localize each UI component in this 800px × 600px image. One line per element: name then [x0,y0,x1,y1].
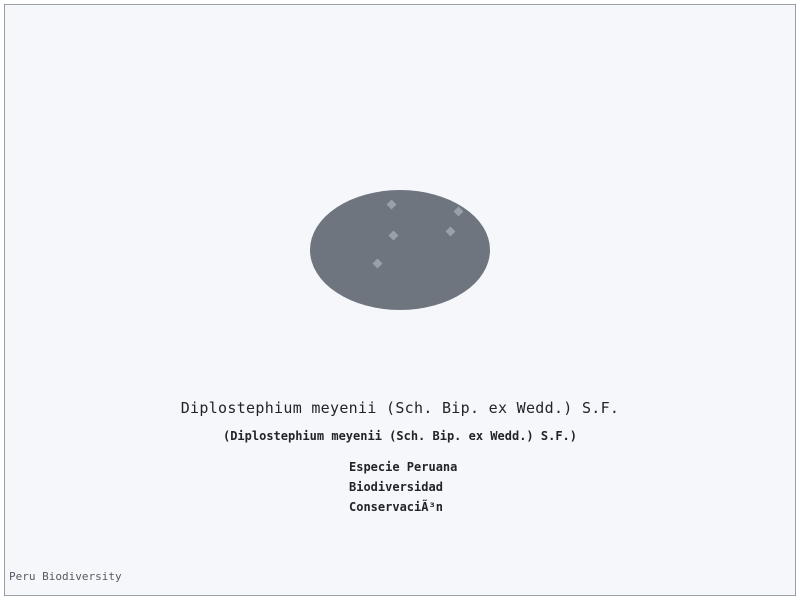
footer-label: Peru Biodiversity [9,570,122,583]
placeholder-image [306,186,494,314]
species-name: Diplostephium meyenii (Sch. Bip. ex Wedd… [180,399,620,417]
placeholder-oval [310,190,490,310]
species-name-parenthetical: (Diplostephium meyenii (Sch. Bip. ex Wed… [222,429,577,443]
placeholder-graphic [310,190,490,310]
tag-list: Especie Peruana Biodiversidad Conservaci… [349,458,457,518]
tag-especie-peruana: Especie Peruana [349,460,458,474]
tag-biodiversidad: Biodiversidad [349,480,443,494]
tag-conservacion: ConservaciÃ³n [349,500,443,514]
